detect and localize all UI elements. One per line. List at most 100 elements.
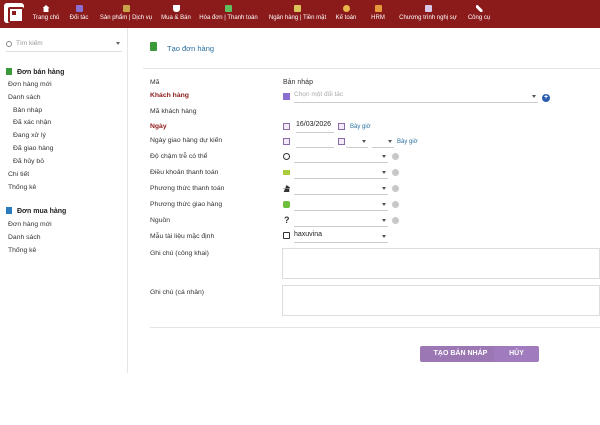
calendar-icon bbox=[283, 138, 290, 145]
sidebar-item-processing[interactable]: Đang xử lý bbox=[13, 132, 46, 139]
nav-bank[interactable]: Ngân hàng | Tiền mặt bbox=[266, 3, 329, 27]
public-note-textarea[interactable] bbox=[282, 248, 600, 279]
accounting-icon bbox=[342, 5, 350, 12]
label-delay: Độ chậm trễ có thể bbox=[150, 153, 208, 160]
cart-icon bbox=[172, 5, 180, 12]
partner-icon bbox=[75, 5, 83, 12]
label-expected-delivery: Ngày giao hàng dự kiến bbox=[150, 137, 223, 144]
page-title: Tạo đơn hàng bbox=[167, 44, 215, 53]
sidebar-item-delivered[interactable]: Đã giao hàng bbox=[13, 145, 53, 152]
delivery-hour-select[interactable] bbox=[346, 136, 368, 148]
chevron-down-icon bbox=[382, 235, 386, 238]
label-payment-terms: Điều khoản thanh toán bbox=[150, 169, 219, 176]
default-template-value: haxuvina bbox=[294, 231, 323, 238]
chevron-down-icon bbox=[116, 42, 120, 45]
label-date: Ngày bbox=[150, 123, 167, 130]
info-icon[interactable] bbox=[392, 201, 399, 208]
nav-products-label: Sản phẩm | Dịch vụ bbox=[99, 15, 153, 21]
chevron-down-icon bbox=[388, 140, 392, 143]
sidebar-item-sales-new[interactable]: Đơn hàng mới bbox=[8, 81, 52, 88]
money-icon bbox=[283, 170, 290, 175]
nav-agenda-label: Chương trình nghị sự bbox=[399, 15, 457, 21]
label-code: Mã bbox=[150, 79, 160, 86]
nav-tools-label: Công cụ bbox=[467, 15, 491, 21]
label-private-note: Ghi chú (cá nhân) bbox=[150, 289, 205, 296]
info-icon[interactable] bbox=[392, 185, 399, 192]
label-payment-method: Phương thức thanh toán bbox=[150, 185, 225, 192]
chevron-down-icon bbox=[362, 140, 366, 143]
add-customer-button[interactable]: + bbox=[542, 94, 550, 102]
cancel-button[interactable]: HỦY bbox=[494, 346, 539, 362]
delivery-now-link[interactable]: Bây giờ bbox=[397, 139, 418, 145]
nav-home[interactable]: Trang chủ bbox=[32, 3, 60, 27]
sidebar-item-purchase-new[interactable]: Đơn hàng mới bbox=[8, 221, 52, 228]
label-customer-code: Mã khách hàng bbox=[150, 108, 197, 115]
nav-hrm-label: HRM bbox=[371, 15, 385, 21]
sidebar-item-sales-list[interactable]: Danh sách bbox=[8, 94, 41, 101]
sidebar-item-draft[interactable]: Bản nháp bbox=[13, 107, 42, 114]
nav-tools[interactable]: Công cụ bbox=[465, 3, 493, 27]
sidebar-item-purchase-stats[interactable]: Thống kê bbox=[8, 247, 36, 254]
sidebar-item-purchase-list[interactable]: Danh sách bbox=[8, 234, 41, 241]
date-picker-icon[interactable] bbox=[338, 138, 345, 145]
default-template-select[interactable]: haxuvina bbox=[294, 231, 388, 243]
label-shipping-method: Phương thức giao hàng bbox=[150, 201, 223, 208]
chevron-down-icon bbox=[382, 203, 386, 206]
chevron-down-icon bbox=[382, 155, 386, 158]
bank-icon bbox=[294, 5, 301, 12]
sidebar-item-sales-stats[interactable]: Thống kê bbox=[8, 184, 36, 191]
sidebar-item-details[interactable]: Chi tiết bbox=[8, 171, 29, 178]
divider bbox=[150, 327, 600, 328]
delivery-date-input[interactable] bbox=[296, 136, 334, 148]
sidebar-search[interactable]: Tìm kiếm bbox=[6, 40, 122, 52]
sidebar-section-sales-label: Đơn bán hàng bbox=[17, 69, 65, 76]
date-input[interactable]: 16/03/2026 bbox=[296, 121, 334, 133]
nav-buy-sell[interactable]: Mua & Bán bbox=[159, 3, 193, 27]
calendar-icon bbox=[283, 123, 290, 130]
nav-partners[interactable]: Đối tác bbox=[67, 3, 91, 27]
search-icon bbox=[6, 41, 12, 47]
shipping-method-select[interactable] bbox=[294, 199, 388, 211]
private-note-textarea[interactable] bbox=[282, 285, 600, 316]
search-placeholder: Tìm kiếm bbox=[16, 40, 43, 47]
customer-select[interactable]: Chọn một đối tác bbox=[294, 91, 538, 103]
sidebar-section-sales[interactable]: Đơn bán hàng bbox=[6, 68, 64, 76]
customer-select-placeholder: Chọn một đối tác bbox=[294, 91, 344, 98]
app-logo[interactable] bbox=[4, 3, 24, 23]
sidebar-item-cancelled[interactable]: Đã hủy bỏ bbox=[13, 158, 44, 165]
divider bbox=[143, 68, 600, 69]
nav-products[interactable]: Sản phẩm | Dịch vụ bbox=[97, 3, 155, 27]
payment-terms-select[interactable] bbox=[294, 167, 388, 179]
create-draft-button[interactable]: TẠO BẢN NHÁP bbox=[420, 346, 501, 362]
nav-hrm[interactable]: HRM bbox=[369, 3, 387, 27]
nav-buy-sell-label: Mua & Bán bbox=[161, 15, 191, 21]
delivery-minute-select[interactable] bbox=[372, 136, 394, 148]
source-select[interactable] bbox=[294, 215, 388, 227]
chevron-down-icon bbox=[532, 95, 536, 98]
nav-accounting[interactable]: Kế toán bbox=[334, 3, 358, 27]
sidebar-item-confirmed[interactable]: Đã xác nhận bbox=[13, 119, 51, 126]
info-icon[interactable] bbox=[392, 153, 399, 160]
chevron-down-icon bbox=[382, 219, 386, 222]
nav-bank-label: Ngân hàng | Tiền mặt bbox=[268, 15, 327, 21]
sales-order-icon bbox=[6, 68, 12, 75]
nav-invoice[interactable]: Hóa đơn | Thanh toán bbox=[196, 3, 261, 27]
date-picker-icon[interactable] bbox=[338, 123, 345, 130]
payment-method-select[interactable] bbox=[294, 183, 388, 195]
product-icon bbox=[122, 5, 130, 12]
delay-select[interactable] bbox=[294, 151, 388, 163]
info-icon[interactable] bbox=[392, 169, 399, 176]
nav-invoice-label: Hóa đơn | Thanh toán bbox=[199, 15, 258, 21]
label-default-template: Mẫu tài liệu mặc định bbox=[150, 233, 215, 240]
purchase-order-icon bbox=[6, 207, 12, 214]
document-icon bbox=[283, 232, 290, 239]
sidebar-section-purchase[interactable]: Đơn mua hàng bbox=[6, 207, 66, 215]
chevron-down-icon bbox=[382, 171, 386, 174]
bank-icon bbox=[283, 185, 290, 192]
info-icon[interactable] bbox=[392, 217, 399, 224]
question-icon: ? bbox=[284, 215, 290, 225]
invoice-icon bbox=[225, 5, 232, 12]
nav-agenda[interactable]: Chương trình nghị sự bbox=[397, 3, 459, 27]
home-icon bbox=[42, 5, 50, 12]
date-now-link[interactable]: Bây giờ bbox=[350, 124, 371, 130]
